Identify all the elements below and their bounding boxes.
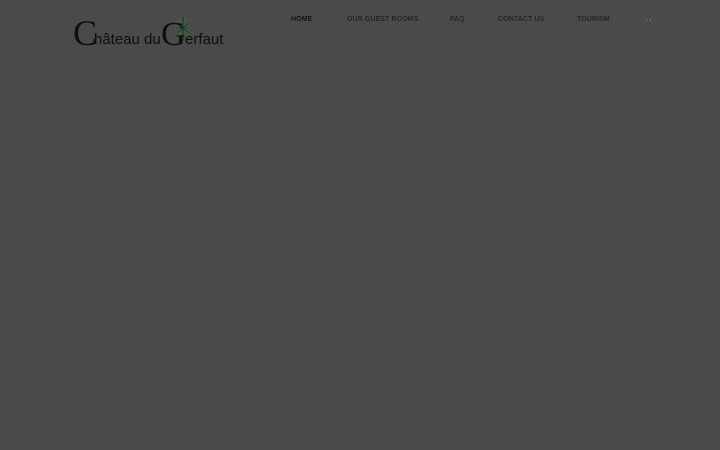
main-nav: HOME OUR GUEST ROOMS FAQ CONTACT US TOUR… — [0, 13, 720, 27]
nav-item-guest-rooms[interactable]: OUR GUEST ROOMS — [347, 13, 419, 27]
nav-item-faq[interactable]: FAQ — [450, 13, 465, 27]
dim-overlay — [0, 0, 720, 450]
logo-text-part2: erfaut — [185, 31, 224, 48]
nav-item-home[interactable]: HOME — [291, 13, 312, 27]
nav-item-tourism[interactable]: TOURISM — [577, 13, 610, 27]
page: C hâteau du G erfaut HOME OUR GUEST ROOM… — [0, 0, 720, 450]
logo-text-part1: hâteau du — [94, 31, 161, 48]
uk-flag-icon[interactable] — [644, 17, 653, 23]
language-flag-graphic — [644, 17, 653, 23]
nav-item-contact-us[interactable]: CONTACT US — [498, 13, 544, 27]
